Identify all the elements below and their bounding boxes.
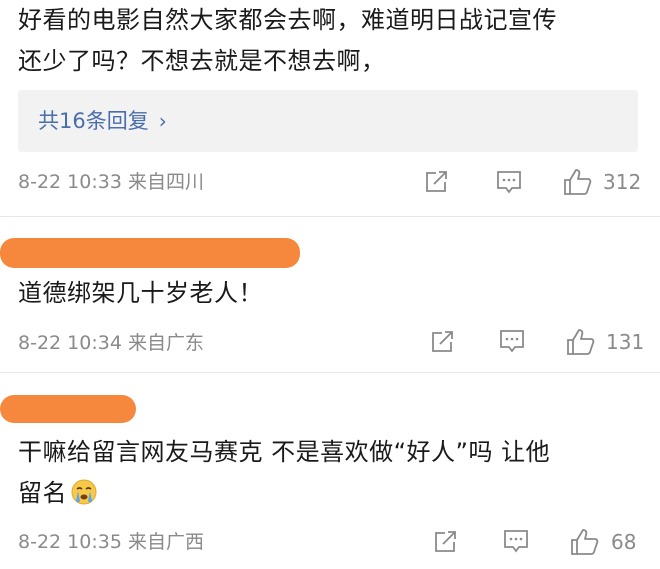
share-icon[interactable]: [424, 170, 450, 194]
thumbs-up-icon[interactable]: [566, 327, 596, 357]
comment-text-line: 还少了吗？不想去就是不想去啊，: [18, 47, 386, 75]
chevron-right-icon: ›: [158, 109, 167, 133]
crying-face-emoji: [71, 479, 97, 505]
thumbs-up-icon[interactable]: [570, 527, 600, 557]
comment-meta: 8-22 10:33 来自四川: [18, 171, 204, 193]
comment-text-line: 干嘛给留言网友马赛克 不是喜欢做“好人”吗 让他: [18, 438, 551, 466]
like-count: 68: [611, 530, 637, 554]
comment-meta: 8-22 10:34 来自广东: [18, 332, 204, 354]
comment-icon[interactable]: [499, 329, 525, 355]
share-icon[interactable]: [430, 330, 456, 354]
comment-text-line: 道德绑架几十岁老人！: [18, 279, 263, 307]
replies-count-label: 共16条回复 ›: [38, 109, 167, 133]
comment-icon[interactable]: [496, 170, 522, 196]
comment-text-line: 好看的电影自然大家都会去啊，难道明日战记宣传: [18, 6, 557, 34]
redacted-username: [0, 238, 300, 268]
like-count: 312: [603, 170, 642, 194]
redacted-username: [0, 395, 136, 423]
thumbs-up-icon[interactable]: [563, 167, 593, 197]
like-count: 131: [606, 330, 645, 354]
divider: [0, 216, 660, 217]
comment-icon[interactable]: [503, 529, 529, 555]
comment-text-line: 留名: [18, 473, 99, 513]
divider: [0, 372, 660, 373]
comment-meta: 8-22 10:35 来自广西: [18, 531, 204, 553]
replies-link[interactable]: 共16条回复 ›: [18, 90, 638, 152]
share-icon[interactable]: [433, 530, 459, 554]
